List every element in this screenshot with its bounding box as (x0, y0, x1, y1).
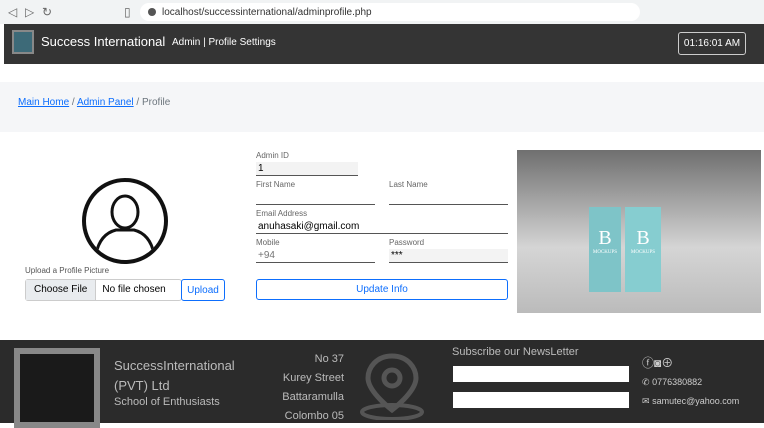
first-name-input[interactable] (256, 191, 375, 205)
upload-label: Upload a Profile Picture (25, 266, 110, 275)
forward-icon[interactable]: ▷ (25, 5, 34, 19)
tagline: School of Enthusiasts (114, 396, 220, 408)
footer-logo (14, 348, 100, 428)
email-label: Email Address (256, 209, 308, 218)
logo[interactable] (12, 30, 34, 54)
phone-number: 0776380882 (652, 377, 703, 387)
location-pin-icon (360, 353, 424, 420)
breadcrumb-home[interactable]: Main Home (18, 97, 69, 108)
last-name-input[interactable] (389, 191, 508, 205)
clock: 01:16:01 AM (678, 32, 746, 55)
bookmark-icon[interactable]: ▯ (124, 5, 131, 19)
admin-id-label: Admin ID (256, 151, 289, 160)
page-title: Admin | Profile Settings (172, 37, 276, 48)
update-info-button[interactable]: Update Info (256, 279, 508, 300)
address-bar[interactable]: localhost/successinternational/adminprof… (140, 3, 640, 21)
upload-button[interactable]: Upload (181, 279, 225, 301)
facebook-icon[interactable]: ⓕ (642, 356, 654, 370)
mobile-input[interactable] (256, 249, 375, 263)
avatar-icon (82, 178, 168, 264)
brand[interactable]: Success International (41, 34, 165, 49)
file-input[interactable]: Choose File No file chosen (25, 279, 182, 301)
breadcrumb: Main Home / Admin Panel / Profile (0, 82, 764, 132)
footer: SuccessInternational (PVT) Ltd School of … (0, 340, 764, 428)
browser-toolbar: ◁ ▷ ↻ ▯ localhost/successinternational/a… (0, 0, 764, 24)
last-name-label: Last Name (389, 180, 428, 189)
company-name: SuccessInternational (PVT) Ltd (114, 358, 235, 393)
book: B MOCKUPS (589, 207, 621, 292)
back-icon[interactable]: ◁ (8, 5, 17, 19)
mail-icon: ✉ (642, 396, 650, 406)
address: No 37 Kurey Street Battaramulla Colombo 05 (282, 353, 344, 422)
choose-file-button[interactable]: Choose File (26, 280, 97, 300)
book: B MOCKUPS (625, 207, 661, 292)
email-input[interactable] (256, 220, 508, 234)
newsletter-email-input[interactable] (453, 392, 629, 408)
breadcrumb-admin[interactable]: Admin Panel (77, 97, 134, 108)
newsletter-name-input[interactable] (453, 366, 629, 382)
newsletter-heading: Subscribe our NewsLetter (452, 346, 579, 358)
breadcrumb-current: Profile (141, 97, 171, 108)
navbar: Success International Admin | Profile Se… (4, 24, 764, 64)
info-icon (148, 8, 156, 16)
social-icons: ⓕ◙⊕ (642, 354, 673, 371)
separator: / (71, 97, 75, 108)
admin-id-input[interactable] (256, 162, 358, 176)
reload-icon[interactable]: ↻ (42, 5, 52, 19)
file-status: No file chosen (102, 284, 166, 295)
separator: / (136, 97, 140, 108)
first-name-label: First Name (256, 180, 296, 189)
url-text: localhost/successinternational/adminprof… (162, 6, 372, 18)
password-label: Password (389, 238, 425, 247)
phone-icon: ✆ (642, 377, 650, 387)
password-input[interactable] (389, 249, 508, 263)
book-mockup-image: B MOCKUPS B MOCKUPS (517, 150, 761, 313)
mobile-label: Mobile (256, 238, 280, 247)
globe-icon[interactable]: ⊕ (661, 356, 673, 370)
footer-email[interactable]: samutec@yahoo.com (652, 396, 739, 406)
